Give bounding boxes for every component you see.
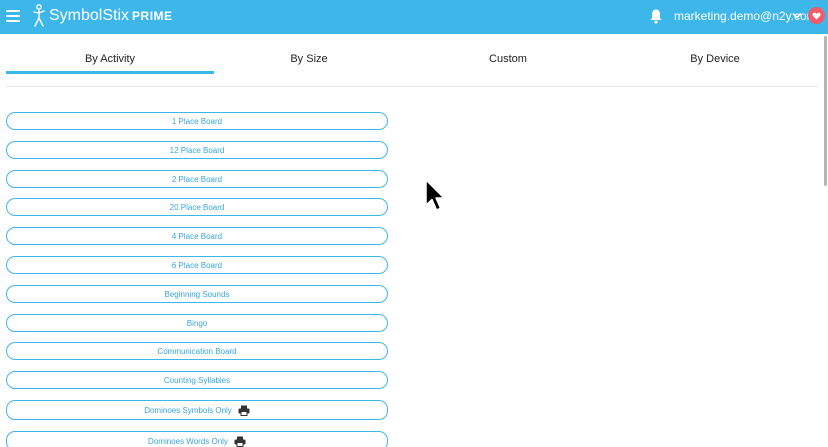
tab-by-device[interactable]: By Device: [611, 50, 819, 76]
print-icon[interactable]: [238, 405, 250, 416]
board-button-1-place[interactable]: 1 Place Board: [6, 112, 388, 130]
mouse-cursor-icon: [425, 179, 445, 211]
tab-custom[interactable]: Custom: [404, 50, 612, 76]
board-label: 1 Place Board: [171, 116, 223, 126]
menu-icon[interactable]: [6, 10, 20, 22]
board-label: 6 Place Board: [171, 260, 223, 270]
board-label: 12 Place Board: [169, 145, 225, 155]
board-label: Communication Board: [157, 346, 237, 356]
board-button-2-place[interactable]: 2 Place Board: [6, 170, 388, 188]
board-button-bingo[interactable]: Bingo: [6, 314, 388, 332]
board-label: Dominoes Words Only: [148, 436, 228, 446]
brand-tier: PRIME: [132, 9, 173, 23]
board-label: Bingo: [186, 318, 208, 328]
bell-icon[interactable]: [649, 8, 663, 24]
board-button-beginning-sounds[interactable]: Beginning Sounds: [6, 285, 388, 303]
board-button-4-place[interactable]: 4 Place Board: [6, 227, 388, 245]
top-app-bar: SymbolStix PRIME marketing.demo@n2y.com: [0, 0, 828, 34]
board-button-dominoes-words-only[interactable]: Dominoes Words Only: [6, 431, 388, 447]
board-button-12-place[interactable]: 12 Place Board: [6, 141, 388, 159]
board-type-tabs: By Activity By Size Custom By Device: [0, 36, 820, 88]
tab-by-size[interactable]: By Size: [205, 50, 413, 76]
board-label: Beginning Sounds: [164, 289, 230, 299]
board-button-communication-board[interactable]: Communication Board: [6, 342, 388, 360]
board-button-dominoes-symbols-only[interactable]: Dominoes Symbols Only: [6, 400, 388, 420]
board-label: 4 Place Board: [171, 231, 223, 241]
chevron-down-icon[interactable]: [792, 12, 802, 20]
print-icon[interactable]: [234, 436, 246, 447]
person-logo-icon: [33, 4, 45, 27]
favorites-badge[interactable]: [808, 7, 825, 24]
symbolstix-logo[interactable]: SymbolStix PRIME: [32, 4, 173, 28]
board-label: 20 Place Board: [169, 202, 225, 212]
board-button-6-place[interactable]: 6 Place Board: [6, 256, 388, 274]
brand-name: SymbolStix: [49, 7, 130, 24]
board-button-20-place[interactable]: 20 Place Board: [6, 198, 388, 216]
scrollbar-thumb[interactable]: [824, 36, 827, 186]
tabs-divider: [6, 86, 818, 87]
board-button-counting-syllables[interactable]: Counting Syllables: [6, 371, 388, 389]
board-label: Counting Syllables: [163, 375, 231, 385]
heart-icon: [812, 12, 821, 20]
board-label: Dominoes Symbols Only: [144, 405, 232, 415]
active-tab-indicator: [6, 71, 214, 74]
board-label: 2 Place Board: [171, 174, 223, 184]
logo-wordmark: SymbolStix PRIME: [49, 6, 173, 26]
